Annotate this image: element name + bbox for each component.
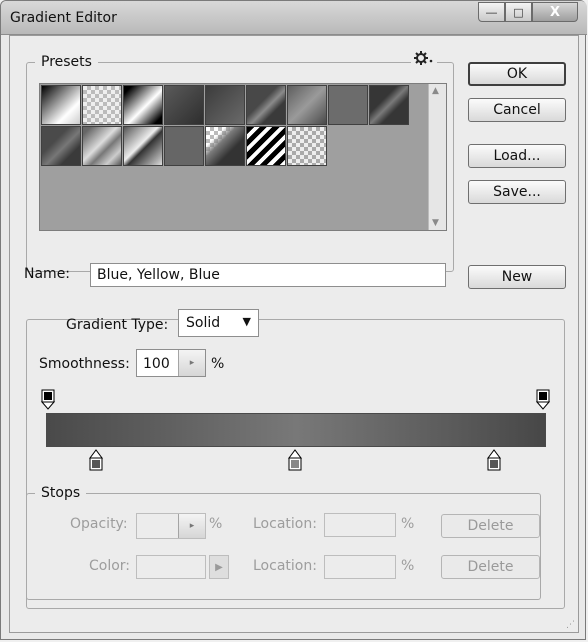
- ok-button[interactable]: OK: [468, 62, 566, 86]
- preset-swatch[interactable]: [82, 85, 122, 125]
- preset-swatch-grid: [41, 85, 411, 167]
- chevron-down-icon: ▼: [242, 315, 251, 328]
- color-stop-right[interactable]: [487, 449, 501, 471]
- gradient-type-select[interactable]: Solid ▼: [178, 309, 259, 337]
- scroll-down-icon[interactable]: ▼: [432, 218, 439, 228]
- preset-swatch[interactable]: [287, 126, 327, 166]
- name-input[interactable]: Blue, Yellow, Blue: [90, 263, 446, 287]
- title-bar[interactable]: Gradient Editor ― □ X: [1, 1, 587, 35]
- opacity-location-unit: %: [401, 516, 415, 532]
- name-label: Name:: [24, 266, 71, 282]
- location-label-color: Location:: [253, 558, 317, 574]
- preset-swatch[interactable]: [41, 126, 81, 166]
- opacity-stepper[interactable]: ▸: [136, 513, 206, 539]
- dialog-body: Presets ▲ ▼ OK Cancel Load... Save... Na…: [9, 35, 579, 633]
- gradient-preview-bar[interactable]: [46, 413, 546, 447]
- delete-color-stop-button[interactable]: Delete: [441, 555, 540, 579]
- opacity-label: Opacity:: [70, 516, 128, 532]
- preset-swatch[interactable]: [123, 85, 163, 125]
- preset-swatch[interactable]: [369, 85, 409, 125]
- smoothness-label: Smoothness:: [39, 356, 130, 372]
- presets-swatch-area: ▲ ▼: [39, 83, 447, 231]
- color-location-input[interactable]: [324, 555, 396, 579]
- maximize-icon: □: [513, 5, 524, 19]
- gradient-editor-window: Gradient Editor ― □ X Presets ▲ ▼ OK Can…: [0, 0, 587, 640]
- presets-legend: Presets: [35, 54, 98, 70]
- maximize-button[interactable]: □: [505, 2, 532, 22]
- color-picker-arrow-icon[interactable]: ▶: [209, 555, 229, 579]
- presets-scrollbar[interactable]: ▲ ▼: [428, 84, 446, 230]
- delete-opacity-stop-button[interactable]: Delete: [441, 514, 540, 538]
- save-button[interactable]: Save...: [468, 180, 566, 204]
- color-stop-left[interactable]: [89, 449, 103, 471]
- gradient-type-value: Solid: [186, 315, 221, 331]
- new-button[interactable]: New: [468, 265, 566, 289]
- smoothness-unit: %: [211, 356, 225, 372]
- minimize-icon: ―: [486, 5, 497, 19]
- gradient-type-label: Gradient Type:: [66, 317, 169, 333]
- stepper-arrow-icon[interactable]: ▸: [178, 350, 205, 376]
- color-stop-middle[interactable]: [288, 449, 302, 471]
- load-button[interactable]: Load...: [468, 144, 566, 168]
- stepper-arrow-icon[interactable]: ▸: [178, 514, 205, 538]
- stops-group: Stops: [26, 485, 541, 600]
- preset-swatch[interactable]: [328, 85, 368, 125]
- preset-swatch[interactable]: [205, 126, 245, 166]
- preset-swatch[interactable]: [164, 126, 204, 166]
- gear-icon[interactable]: [411, 51, 437, 69]
- preset-swatch[interactable]: [246, 126, 286, 166]
- close-icon: X: [549, 4, 561, 20]
- resize-grip-icon[interactable]: ⋰: [566, 620, 575, 630]
- preset-swatch[interactable]: [82, 126, 122, 166]
- opacity-location-input[interactable]: [324, 513, 396, 537]
- presets-group: Presets ▲ ▼: [26, 51, 454, 272]
- window-title: Gradient Editor: [10, 10, 117, 26]
- preset-swatch[interactable]: [287, 85, 327, 125]
- location-label-opacity: Location:: [253, 516, 317, 532]
- close-button[interactable]: X: [532, 2, 578, 22]
- cancel-button[interactable]: Cancel: [468, 98, 566, 122]
- color-location-unit: %: [401, 558, 415, 574]
- window-controls: ― □ X: [478, 2, 578, 24]
- opacity-stop-left[interactable]: [41, 389, 55, 411]
- preset-swatch[interactable]: [164, 85, 204, 125]
- smoothness-value: 100: [143, 356, 170, 372]
- minimize-button[interactable]: ―: [478, 2, 505, 22]
- stops-legend: Stops: [35, 485, 87, 501]
- color-label: Color:: [89, 558, 131, 574]
- scroll-up-icon[interactable]: ▲: [432, 86, 439, 96]
- smoothness-stepper[interactable]: 100 ▸: [136, 349, 206, 377]
- opacity-stop-right[interactable]: [536, 389, 550, 411]
- preset-swatch[interactable]: [41, 85, 81, 125]
- preset-swatch[interactable]: [205, 85, 245, 125]
- color-swatch-field[interactable]: [136, 555, 206, 579]
- opacity-unit: %: [209, 516, 223, 532]
- preset-swatch[interactable]: [246, 85, 286, 125]
- preset-swatch[interactable]: [123, 126, 163, 166]
